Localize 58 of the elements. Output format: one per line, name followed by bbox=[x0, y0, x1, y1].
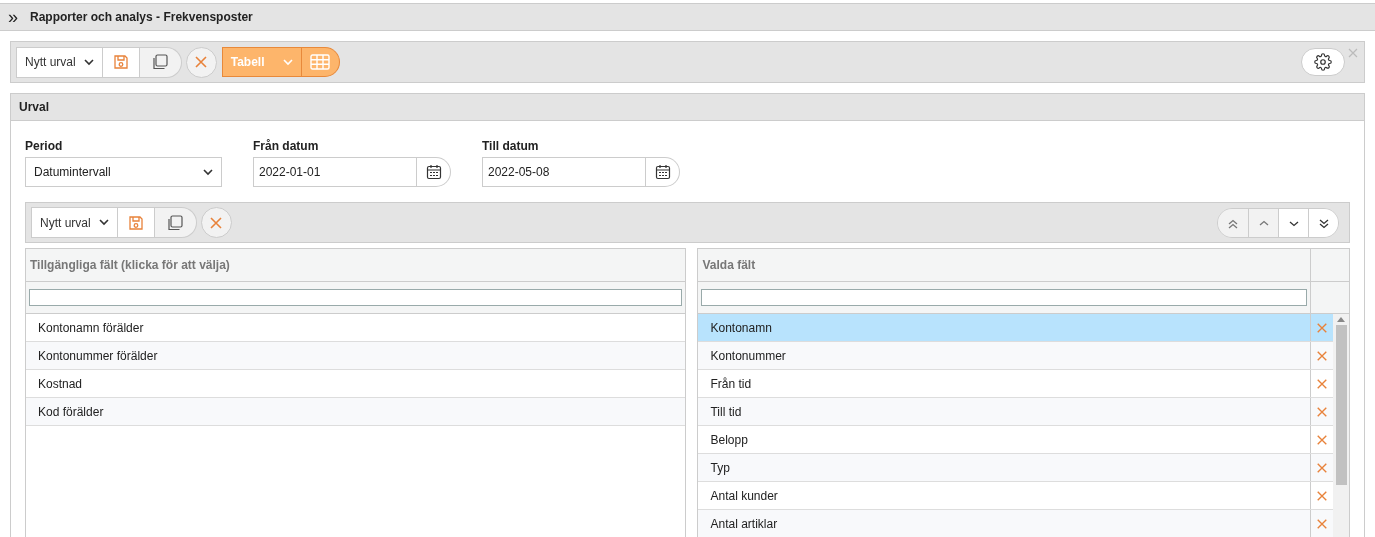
scroll-up-icon bbox=[1337, 317, 1345, 322]
settings-icon bbox=[1314, 53, 1332, 71]
save-icon bbox=[127, 214, 144, 231]
close-icon bbox=[1316, 405, 1328, 418]
settings-button[interactable] bbox=[1301, 48, 1345, 76]
copy-icon bbox=[151, 53, 170, 71]
close-icon[interactable] bbox=[1348, 48, 1358, 58]
caret-icon bbox=[98, 219, 109, 226]
copy-button[interactable] bbox=[154, 207, 197, 238]
move-up-button[interactable] bbox=[1248, 208, 1278, 237]
move-bottom-button[interactable] bbox=[1308, 208, 1338, 237]
close-icon bbox=[1316, 517, 1328, 530]
caret-icon bbox=[83, 58, 94, 66]
close-icon bbox=[194, 55, 209, 69]
calendar-icon bbox=[654, 164, 671, 180]
delete-button[interactable] bbox=[200, 207, 232, 238]
period-dropdown[interactable]: Datumintervall bbox=[25, 157, 222, 187]
close-icon bbox=[1316, 321, 1328, 334]
caret-icon bbox=[282, 58, 293, 66]
expand-button[interactable]: » bbox=[8, 8, 18, 26]
column-header: Valda fält bbox=[702, 257, 756, 274]
copy-icon bbox=[166, 213, 185, 232]
close-icon bbox=[1316, 349, 1328, 362]
close-icon bbox=[1316, 489, 1328, 502]
list-item[interactable]: Kod förälder bbox=[26, 398, 686, 426]
field-label: Till datum bbox=[482, 138, 540, 155]
date-field[interactable]: 2022-05-08 bbox=[482, 157, 646, 187]
close-icon bbox=[1316, 433, 1328, 446]
calendar-button[interactable] bbox=[417, 157, 451, 187]
save-button[interactable] bbox=[102, 46, 140, 78]
calendar-icon bbox=[425, 164, 442, 180]
save-icon bbox=[112, 54, 129, 70]
filter-field[interactable] bbox=[701, 289, 1307, 306]
column-header: Tillgängliga fält (klicka för att välja) bbox=[30, 257, 230, 274]
calendar-button[interactable] bbox=[646, 157, 680, 187]
list-item[interactable]: Från tid bbox=[698, 370, 1311, 397]
date-field[interactable]: 2022-01-01 bbox=[253, 157, 417, 187]
selection-dropdown[interactable]: Nytt urval bbox=[31, 207, 118, 238]
copy-button[interactable] bbox=[139, 46, 182, 78]
field-label: Från datum bbox=[253, 138, 320, 155]
close-icon bbox=[1316, 461, 1328, 474]
delete-button[interactable] bbox=[185, 46, 217, 78]
filter-field[interactable] bbox=[29, 289, 683, 306]
table-view-button[interactable] bbox=[301, 47, 340, 77]
field-label: Period bbox=[25, 138, 64, 155]
close-icon bbox=[1316, 377, 1328, 390]
grid-icon bbox=[310, 54, 331, 70]
page-title: Rapporter och analys - Frekvensposter bbox=[30, 9, 253, 26]
save-button[interactable] bbox=[117, 207, 155, 238]
list-item[interactable]: Belopp bbox=[698, 426, 1311, 453]
close-icon bbox=[209, 215, 224, 230]
scrollbar[interactable] bbox=[1333, 314, 1349, 537]
list-item[interactable]: Kontonummer förälder bbox=[26, 342, 686, 370]
move-top-button[interactable] bbox=[1218, 208, 1248, 237]
list-item[interactable]: Antal kunder bbox=[698, 482, 1311, 509]
panel-title: Urval bbox=[19, 99, 50, 116]
selection-dropdown[interactable]: Nytt urval bbox=[16, 46, 103, 78]
caret-icon bbox=[203, 168, 213, 176]
